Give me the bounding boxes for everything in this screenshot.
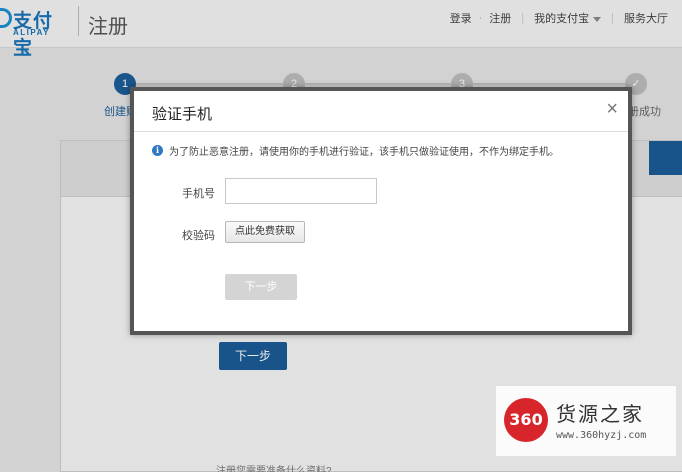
notice-text: 为了防止恶意注册，请使用你的手机进行验证，该手机只做验证使用，不作为绑定手机。 [169,147,559,158]
watermark-text: 货源之家 [556,404,644,426]
info-icon: i [152,145,163,156]
watermark: 360 货源之家 www.360hyzj.com [496,386,676,456]
phone-label: 手机号 [182,188,215,200]
code-label: 校验码 [182,230,215,242]
phone-input[interactable] [225,178,377,204]
notice: i 为了防止恶意注册，请使用你的手机进行验证，该手机只做验证使用，不作为绑定手机… [152,143,559,158]
dialog-divider [134,131,628,132]
verify-phone-dialog: 验证手机 × i 为了防止恶意注册，请使用你的手机进行验证，该手机只做验证使用，… [130,87,632,335]
dialog-title: 验证手机 [152,106,213,123]
close-icon[interactable]: × [606,97,618,121]
watermark-logo: 360 [504,398,548,442]
next-button[interactable]: 下一步 [225,274,297,300]
get-code-button[interactable]: 点此免费获取 [225,221,305,243]
watermark-url: www.360hyzj.com [556,430,647,441]
